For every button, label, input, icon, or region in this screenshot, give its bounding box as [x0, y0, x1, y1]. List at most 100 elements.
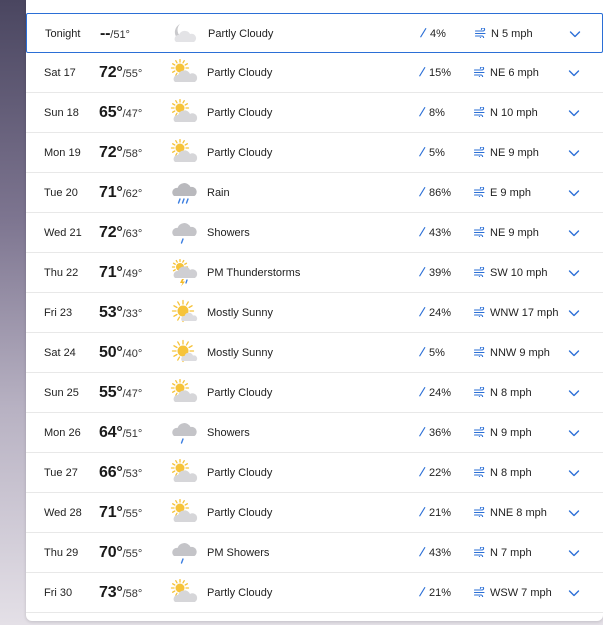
forecast-row[interactable]: Sun 25 55°/47° Partly Cloudy 24% N 8 mph — [26, 373, 603, 413]
chevron-down-icon[interactable] — [567, 266, 581, 280]
forecast-row[interactable]: Sat 24 50°/40° Mostly Sunny 5% NNW 9 mph — [26, 333, 603, 373]
partly-cloudy-icon — [169, 458, 201, 487]
forecast-condition: Mostly Sunny — [207, 347, 274, 359]
low-temp: /47° — [122, 388, 143, 400]
forecast-row[interactable]: Sun 18 65°/47° Partly Cloudy 8% N 10 mph — [26, 93, 603, 133]
wind-info: SW 10 mph — [474, 267, 547, 279]
forecast-condition: Showers — [207, 227, 250, 239]
forecast-row[interactable]: Mon 26 64°/51° Showers 36% N 9 mph — [26, 413, 603, 453]
chevron-down-icon[interactable] — [567, 106, 581, 120]
forecast-condition: Partly Cloudy — [207, 507, 273, 519]
forecast-day: Wed 21 — [44, 227, 82, 239]
precip-value: 5% — [429, 347, 445, 359]
wind-info: N 10 mph — [474, 107, 538, 119]
forecast-row[interactable]: Wed 21 72°/63° Showers 43% NE 9 mph — [26, 213, 603, 253]
wind-value: NNE 8 mph — [490, 507, 547, 519]
chevron-down-icon[interactable] — [567, 546, 581, 560]
forecast-row[interactable]: Fri 30 73°/58° Partly Cloudy 21% WSW 7 m… — [26, 573, 603, 613]
forecast-row[interactable]: Tue 27 66°/53° Partly Cloudy 22% N 8 mph — [26, 453, 603, 493]
high-temp: -- — [100, 25, 111, 42]
low-temp: /49° — [122, 268, 143, 280]
wind-info: NNW 9 mph — [474, 347, 550, 359]
chevron-down-icon[interactable] — [568, 27, 582, 41]
wind-icon — [474, 107, 485, 117]
forecast-day: Sat 17 — [44, 67, 76, 79]
forecast-condition: PM Thunderstorms — [207, 267, 301, 279]
precip-chance: 24% — [418, 307, 451, 319]
forecast-day: Mon 19 — [44, 147, 81, 159]
wind-icon — [474, 507, 485, 517]
forecast-condition: Partly Cloudy — [207, 587, 273, 599]
forecast-row[interactable]: Mon 19 72°/58° Partly Cloudy 5% NE 9 mph — [26, 133, 603, 173]
chevron-down-icon[interactable] — [567, 226, 581, 240]
chevron-down-icon[interactable] — [567, 66, 581, 80]
chevron-down-icon[interactable] — [567, 466, 581, 480]
precip-icon — [419, 387, 426, 397]
precip-icon — [419, 587, 426, 597]
forecast-condition: Partly Cloudy — [207, 467, 273, 479]
forecast-row[interactable]: Fri 23 53°/33° Mostly Sunny 24% WNW 17 m… — [26, 293, 603, 333]
forecast-temps: 55°/47° — [99, 384, 142, 402]
rain-icon — [169, 179, 201, 207]
wind-info: N 7 mph — [474, 547, 532, 559]
forecast-temps: 71°/55° — [99, 504, 142, 522]
wind-icon — [474, 467, 485, 477]
wind-value: E 9 mph — [490, 187, 531, 199]
forecast-condition: Partly Cloudy — [207, 67, 273, 79]
low-temp: /55° — [122, 68, 143, 80]
low-temp: /47° — [122, 108, 143, 120]
wind-value: SW 10 mph — [490, 267, 548, 279]
cloud-moon-icon — [170, 20, 202, 48]
forecast-temps: 64°/51° — [99, 424, 142, 442]
forecast-row[interactable]: Thu 22 71°/49° PM Thunderstorms 39% SW 1… — [26, 253, 603, 293]
forecast-row[interactable]: Wed 28 71°/55° Partly Cloudy 21% NNE 8 m… — [26, 493, 603, 533]
forecast-day: Tonight — [45, 28, 81, 40]
forecast-temps: 72°/63° — [99, 224, 142, 242]
forecast-temps: 73°/58° — [99, 584, 142, 602]
precip-chance: 21% — [418, 507, 451, 519]
wind-icon — [474, 587, 485, 597]
forecast-day: Fri 30 — [44, 587, 73, 599]
forecast-row[interactable]: Thu 29 70°/55° PM Showers 43% N 7 mph — [26, 533, 603, 573]
low-temp: /40° — [122, 348, 143, 360]
partly-cloudy-icon — [169, 578, 201, 607]
wind-icon — [474, 267, 485, 277]
wind-value: N 10 mph — [490, 107, 538, 119]
showers-icon — [169, 539, 201, 567]
chevron-down-icon[interactable] — [567, 146, 581, 160]
chevron-down-icon[interactable] — [567, 586, 581, 600]
wind-info: N 8 mph — [474, 387, 532, 399]
high-temp: 64° — [99, 424, 123, 441]
precip-value: 43% — [429, 547, 452, 559]
precip-chance: 8% — [418, 107, 445, 119]
chevron-down-icon[interactable] — [567, 386, 581, 400]
forecast-day: Thu 29 — [44, 547, 79, 559]
chevron-down-icon[interactable] — [567, 186, 581, 200]
forecast-day: Sat 24 — [44, 347, 76, 359]
precip-value: 4% — [430, 28, 446, 40]
forecast-row[interactable]: Tue 20 71°/62° Rain 86% E 9 mph — [26, 173, 603, 213]
precip-chance: 15% — [418, 67, 451, 79]
forecast-day: Wed 28 — [44, 507, 82, 519]
high-temp: 65° — [99, 104, 123, 121]
precip-chance: 5% — [418, 147, 445, 159]
wind-icon — [474, 387, 485, 397]
chevron-down-icon[interactable] — [567, 426, 581, 440]
forecast-row[interactable]: Sat 17 72°/55° Partly Cloudy 15% NE 6 mp… — [26, 53, 603, 93]
chevron-down-icon[interactable] — [567, 506, 581, 520]
precip-icon — [419, 467, 426, 477]
wind-info: WNW 17 mph — [474, 307, 558, 319]
precip-value: 5% — [429, 147, 445, 159]
high-temp: 53° — [99, 304, 123, 321]
precip-chance: 39% — [418, 267, 451, 279]
partly-cloudy-icon — [169, 498, 201, 527]
low-temp: /63° — [122, 228, 143, 240]
partly-cloudy-icon — [169, 58, 201, 87]
chevron-down-icon[interactable] — [567, 306, 581, 320]
forecast-row[interactable]: Tonight --/51° Partly Cloudy 4% N 5 mph — [26, 13, 603, 53]
precip-chance: 24% — [418, 387, 451, 399]
high-temp: 71° — [99, 504, 123, 521]
chevron-down-icon[interactable] — [567, 346, 581, 360]
precip-icon — [419, 347, 426, 357]
wind-value: N 8 mph — [490, 467, 532, 479]
